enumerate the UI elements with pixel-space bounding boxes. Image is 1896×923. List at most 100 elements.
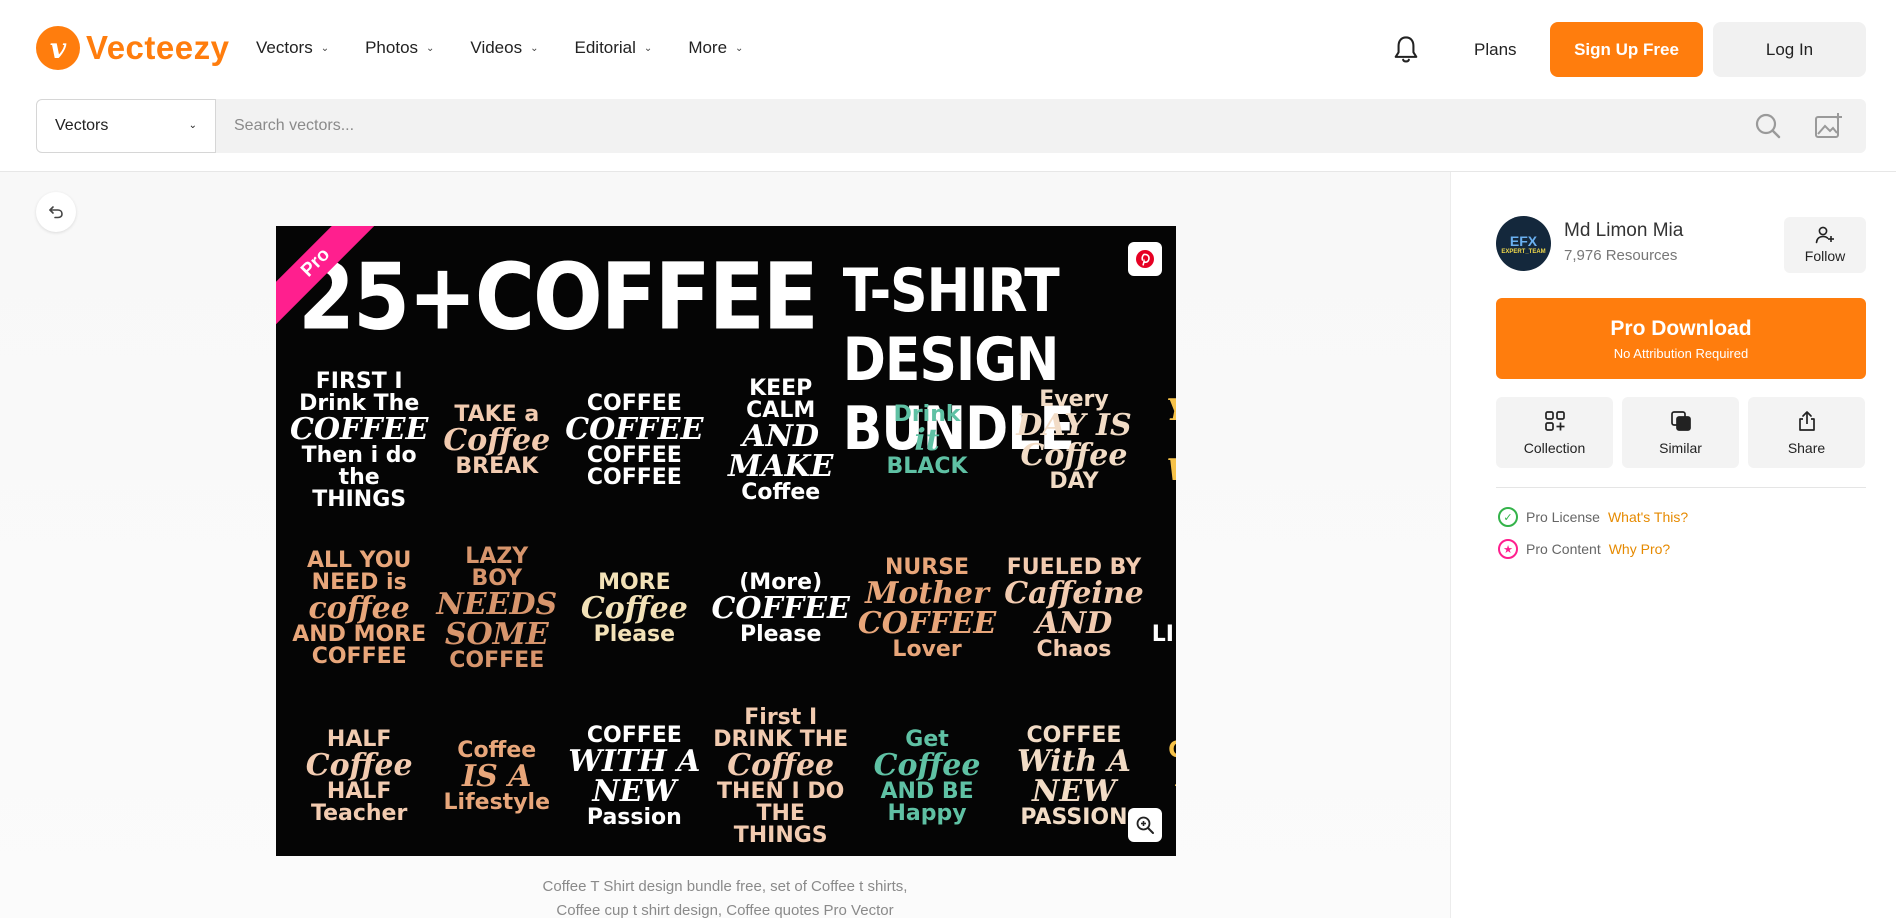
design-tile: HALF Coffee HALF Teacher [290,702,428,852]
back-button[interactable] [36,192,76,232]
search-icon[interactable] [1754,112,1782,140]
vecteezy-logo[interactable]: v Vecteezy [36,26,229,70]
design-tile: NURSE Mother COFFEE Lover [858,534,996,684]
design-tile-text: Coffee [305,748,413,783]
pro-download-subtitle: No Attribution Required [1613,345,1749,361]
design-tile-text: Then i do the THINGS [301,443,417,512]
design-tile: Get Coffee AND BE Happy [858,702,996,852]
design-tile-text: DAY [1049,469,1099,494]
preview-image[interactable]: 25+COFFEE T-SHIRT DESIGN BUNDLE FIRST I … [276,226,1176,856]
caption-line: Coffee T Shirt design bundle free, set o… [542,878,908,895]
collection-grid-plus-icon [1544,410,1565,431]
design-tile: Every DAY IS Coffee DAY [1004,366,1144,516]
check-circle-icon: ✓ [1498,507,1518,527]
design-tile-text: COFFEE [290,412,429,447]
action-label: Similar [1659,439,1702,456]
share-icon [1798,410,1815,431]
nav-item-label: More [688,38,728,57]
design-tile-text: IS A [462,759,532,794]
design-tile-text: Coffee [443,423,551,458]
pro-content-label: Pro Content [1526,541,1601,557]
design-tile: StartYOUR DAY WITHCoffee [1152,366,1176,516]
design-tile-text: Lover [892,637,962,662]
plans-link[interactable]: Plans [1474,40,1517,60]
nav-item-label: Editorial [574,38,636,57]
search-bar: Vectors ⌄ Search vectors... [36,99,1866,153]
chevron-down-icon: ⌄ [426,42,435,54]
sidebar-divider [1450,172,1451,918]
design-tile-text: it [914,423,940,458]
nav-item-more[interactable]: More ⌄ [688,38,743,58]
nav-item-label: Videos [470,38,523,57]
search-input[interactable]: Search vectors... [216,99,1866,153]
design-tile-text: BLACK [886,454,968,479]
design-tile-text: HALF Teacher [311,779,408,826]
design-tile-text: Coffee [727,748,835,783]
collection-button[interactable]: Collection [1496,397,1613,468]
design-tile-text: COFFEE [1168,740,1176,762]
design-tile: (More) COFFEE Please [712,534,850,684]
image-search-icon[interactable] [1814,111,1844,141]
search-category-value: Vectors [55,117,109,134]
design-tile-text: LAZY BOY [465,544,529,591]
bell-icon[interactable] [1392,34,1420,66]
caption-line: Coffee cup t shirt design, Coffee quotes… [556,902,894,919]
design-tile: LAZY BOY NEEDS SOME COFFEE [436,534,557,684]
pro-download-title: Pro Download [1610,316,1752,340]
design-tile-text: KEEP CALM [746,376,816,423]
top-navigation-bar: v Vecteezy Vectors ⌄ Photos ⌄ Videos ⌄ Edit… [0,0,1896,100]
design-tile-text: Lifestyle [443,790,550,815]
design-tile: TAKE a Coffee BREAK [436,366,557,516]
share-button[interactable]: Share [1748,397,1865,468]
chevron-down-icon: ⌄ [643,42,653,54]
logo-badge-icon: v [36,26,80,70]
add-user-icon [1815,226,1834,244]
design-tile-text: COFFEE [449,648,545,673]
avatar[interactable]: EFX EXPERT_TEAM [1496,216,1551,271]
design-tile-text: PASSION [1020,805,1128,830]
nav-item-vectors[interactable]: Vectors ⌄ [256,38,329,58]
follow-button[interactable]: Follow [1784,217,1866,273]
why-pro-link[interactable]: Why Pro? [1609,541,1670,557]
design-tile: COFFEE WITH A NEW Passion [565,702,703,852]
sign-up-button[interactable]: Sign Up Free [1550,22,1703,77]
design-tile-text: AND MAKE [727,419,834,484]
design-tile-text: YOUR DAY WITH [1152,396,1176,486]
chevron-down-icon: ⌄ [188,120,197,131]
author-name[interactable]: Md Limon Mia [1564,220,1683,242]
search-category-select[interactable]: Vectors ⌄ [36,99,216,153]
design-tile-text: COFFEE COFFEE [586,443,682,490]
design-tile-text: First I DRINK THE [713,705,849,752]
pinterest-icon [1136,250,1154,268]
design-tile-text: coffee [308,591,410,626]
design-grid: FIRST I Drink The COFFEE Then i do the THI… [290,366,1176,852]
nav-item-videos[interactable]: Videos ⌄ [470,38,538,58]
search-placeholder: Search vectors... [234,117,355,134]
design-tile-text: NEEDS SOME [436,587,558,652]
design-tile-text: Please [593,622,676,647]
author-card: EFX EXPERT_TEAM Md Limon Mia 7,976 Resou… [1496,216,1866,273]
image-caption: Coffee T Shirt design bundle free, set o… [500,875,950,923]
design-tile: COFFEE With A NEW PASSION [1004,702,1144,852]
action-label: Share [1787,439,1826,456]
zoom-button[interactable] [1128,808,1162,842]
pinterest-button[interactable] [1128,242,1162,276]
chevron-down-icon: ⌄ [320,42,330,54]
log-in-button[interactable]: Log In [1713,22,1866,77]
similar-button[interactable]: Similar [1622,397,1739,468]
design-tile-text: COFFEE [711,591,850,626]
whats-this-link[interactable]: What's This? [1608,509,1688,525]
nav-item-photos[interactable]: Photos ⌄ [365,38,434,58]
design-tile: CoffeeIS ALIFESTYLE [1152,534,1176,684]
nav-item-editorial[interactable]: Editorial ⌄ [575,38,653,58]
action-label: Collection [1523,439,1586,456]
design-tile-text: THEN I DO THE THINGS [717,779,845,848]
action-buttons: Collection Similar Share [1496,397,1866,468]
pro-download-button[interactable]: Pro Download No Attribution Required [1496,298,1866,379]
design-tile-text: Passion [586,805,682,830]
design-tile: ALL YOU NEED is coffee AND MORE COFFEE [290,534,428,684]
author-resources: 7,976 Resources [1564,247,1678,264]
pro-content-row: ★ Pro Content Why Pro? [1498,539,1670,559]
design-tile: FUELED BY Caffeine AND Chaos [1004,534,1144,684]
design-tile-text: DAY IS Coffee [1016,408,1132,473]
